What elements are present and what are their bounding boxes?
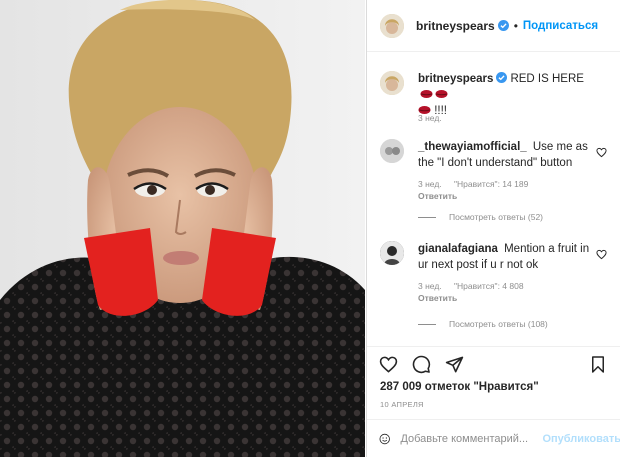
reply-button[interactable]: Ответить xyxy=(418,191,457,201)
commenter-avatar[interactable] xyxy=(380,241,404,265)
comments-list[interactable]: britneyspears RED IS HERE !!!! 3 нед. _th… xyxy=(367,53,620,346)
caption-username[interactable]: britneyspears xyxy=(418,73,493,85)
post-header: britneyspears • Подписаться xyxy=(367,0,620,52)
lips-emoji-icon xyxy=(420,90,433,98)
caption-avatar[interactable] xyxy=(380,71,404,95)
comment-input[interactable] xyxy=(400,433,543,445)
post-sidebar: britneyspears • Подписаться britneyspear… xyxy=(366,0,620,457)
action-icons xyxy=(379,355,464,374)
reply-button[interactable]: Ответить xyxy=(418,293,457,303)
lips-emoji-icon xyxy=(435,90,448,98)
comment-likes[interactable]: "Нравится": 4 808 xyxy=(454,281,524,291)
caption-text: britneyspears RED IS HERE !!!! xyxy=(418,71,598,119)
verified-badge-icon xyxy=(497,20,509,31)
comment-like-heart-icon[interactable] xyxy=(596,147,607,158)
comment-text: gianalafagiana Mention a fruit in ur nex… xyxy=(418,241,598,273)
bookmark-icon xyxy=(592,356,604,373)
verified-badge-icon xyxy=(496,72,508,83)
commenter-avatar[interactable] xyxy=(380,139,404,163)
divider-line xyxy=(418,216,436,218)
view-replies-label: Посмотреть ответы (52) xyxy=(449,212,543,222)
paper-plane-icon[interactable] xyxy=(445,355,464,374)
comment-username[interactable]: gianalafagiana xyxy=(418,243,498,255)
comment-like-heart-icon[interactable] xyxy=(596,249,607,260)
follow-button[interactable]: Подписаться xyxy=(523,20,598,32)
caption-time: 3 нед. xyxy=(418,113,452,123)
post-photo-image xyxy=(0,0,365,457)
smiley-icon[interactable] xyxy=(379,430,390,448)
caption-time-text[interactable]: 3 нед. xyxy=(418,113,442,123)
save-button[interactable] xyxy=(589,355,607,374)
post-actions: 287 009 отметок "Нравится" 10 АПРЕЛЯ Опу… xyxy=(367,346,620,457)
divider-line xyxy=(418,323,436,325)
comment-meta: 3 нед. "Нравится": 4 808 xyxy=(418,281,534,291)
view-replies-button[interactable]: Посмотреть ответы (52) xyxy=(418,212,543,222)
view-replies-label: Посмотреть ответы (108) xyxy=(449,319,548,329)
post-date[interactable]: 10 АПРЕЛЯ xyxy=(380,400,424,409)
caption-body: RED IS HERE xyxy=(510,73,584,85)
add-comment-bar: Опубликовать xyxy=(367,419,620,457)
separator-dot: • xyxy=(513,18,518,33)
post-photo[interactable] xyxy=(0,0,365,457)
author-username[interactable]: britneyspears xyxy=(416,19,495,33)
comment-time[interactable]: 3 нед. xyxy=(418,281,442,291)
comment-username[interactable]: _thewayiamofficial_ xyxy=(418,141,527,153)
author-avatar[interactable] xyxy=(380,13,404,38)
publish-button[interactable]: Опубликовать xyxy=(542,433,620,445)
comment-likes[interactable]: "Нравится": 14 189 xyxy=(454,179,528,189)
speech-bubble-icon[interactable] xyxy=(412,355,431,374)
heart-icon[interactable] xyxy=(379,355,398,374)
comment-text: _thewayiamofficial_ Use me as the "I don… xyxy=(418,139,598,171)
comment-time[interactable]: 3 нед. xyxy=(418,179,442,189)
view-replies-button[interactable]: Посмотреть ответы (108) xyxy=(418,319,548,329)
comment-meta: 3 нед. "Нравится": 14 189 xyxy=(418,179,538,189)
likes-count[interactable]: 287 009 отметок "Нравится" xyxy=(380,381,539,393)
